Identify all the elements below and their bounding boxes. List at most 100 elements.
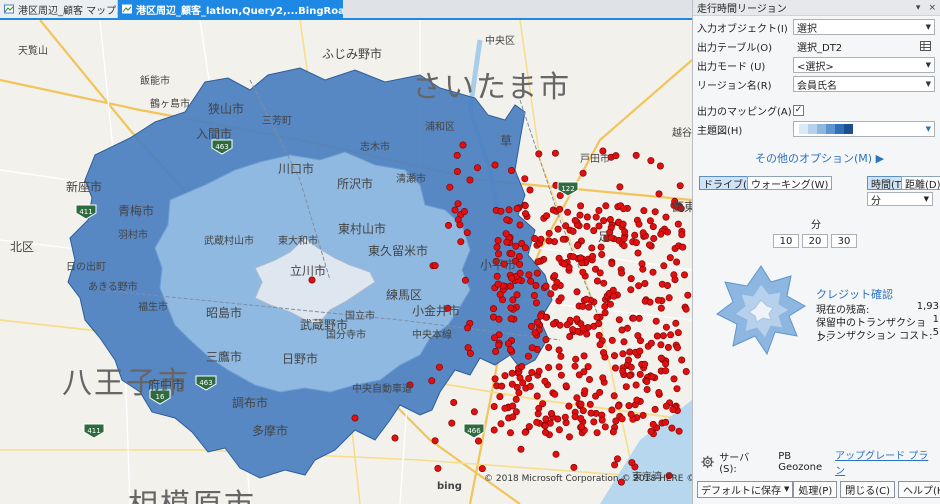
customer-point[interactable] (431, 262, 439, 270)
customer-point[interactable] (533, 418, 541, 426)
customer-point[interactable] (351, 414, 359, 422)
customer-point[interactable] (659, 332, 667, 340)
customer-point[interactable] (666, 254, 674, 262)
customer-point[interactable] (571, 217, 579, 225)
customer-point[interactable] (626, 348, 634, 356)
customer-point[interactable] (599, 349, 607, 357)
customer-point[interactable] (627, 363, 635, 371)
customer-point[interactable] (634, 249, 642, 257)
customer-point[interactable] (592, 213, 600, 221)
customer-point[interactable] (456, 221, 464, 229)
customer-point[interactable] (459, 141, 467, 149)
customer-point[interactable] (562, 222, 570, 230)
customer-point[interactable] (513, 205, 521, 213)
help-button[interactable]: ヘルプ(H) (898, 480, 940, 498)
customer-point[interactable] (444, 221, 452, 229)
customer-point[interactable] (581, 387, 589, 395)
customer-point[interactable] (585, 375, 593, 383)
customer-point[interactable] (598, 416, 606, 424)
table-browse-icon[interactable] (920, 41, 931, 51)
customer-point[interactable] (435, 363, 443, 371)
customer-point[interactable] (535, 367, 543, 375)
customer-point[interactable] (551, 272, 559, 280)
customer-point[interactable] (498, 382, 506, 390)
customer-point[interactable] (619, 205, 627, 213)
customer-point[interactable] (621, 228, 629, 236)
customer-point[interactable] (655, 388, 663, 396)
close-button[interactable]: 閉じる(C) (840, 480, 896, 498)
customer-point[interactable] (672, 319, 680, 327)
customer-point[interactable] (674, 220, 682, 228)
customer-point[interactable] (673, 385, 681, 393)
customer-point[interactable] (542, 336, 550, 344)
customer-point[interactable] (611, 461, 619, 469)
customer-point[interactable] (627, 275, 635, 283)
customer-point[interactable] (577, 400, 585, 408)
customer-point[interactable] (534, 410, 542, 418)
customer-point[interactable] (600, 279, 608, 287)
customer-point[interactable] (622, 383, 630, 391)
customer-point[interactable] (662, 402, 670, 410)
customer-point[interactable] (670, 375, 678, 383)
customer-point[interactable] (531, 329, 539, 337)
customer-point[interactable] (501, 404, 509, 412)
customer-point[interactable] (512, 395, 520, 403)
customer-point[interactable] (596, 341, 604, 349)
customer-point[interactable] (645, 241, 653, 249)
customer-point[interactable] (512, 242, 520, 250)
customer-point[interactable] (601, 309, 609, 317)
customer-point[interactable] (577, 254, 585, 262)
customer-point[interactable] (466, 176, 474, 184)
customer-point[interactable] (649, 420, 657, 428)
customer-point[interactable] (582, 295, 590, 303)
customer-point[interactable] (618, 415, 626, 423)
customer-point[interactable] (533, 392, 541, 400)
customer-point[interactable] (545, 237, 553, 245)
customer-point[interactable] (596, 388, 604, 396)
customer-point[interactable] (641, 360, 649, 368)
customer-point[interactable] (569, 227, 577, 235)
customer-point[interactable] (493, 272, 501, 280)
customer-point[interactable] (598, 251, 606, 259)
customer-point[interactable] (628, 459, 636, 467)
customer-point[interactable] (464, 344, 472, 352)
customer-point[interactable] (668, 424, 676, 432)
customer-point[interactable] (547, 409, 555, 417)
customer-point[interactable] (506, 429, 514, 437)
customer-point[interactable] (557, 352, 565, 360)
customer-point[interactable] (532, 281, 540, 289)
customer-point[interactable] (563, 321, 571, 329)
customer-point[interactable] (508, 274, 516, 282)
customer-point[interactable] (601, 423, 609, 431)
customer-point[interactable] (494, 250, 502, 258)
customer-point[interactable] (543, 212, 551, 220)
customer-point[interactable] (609, 286, 617, 294)
customer-point[interactable] (611, 364, 619, 372)
customer-point[interactable] (541, 377, 549, 385)
customer-point[interactable] (663, 281, 671, 289)
customer-point[interactable] (612, 417, 620, 425)
customer-point[interactable] (597, 243, 605, 251)
customer-point[interactable] (569, 326, 577, 334)
customer-point[interactable] (507, 315, 515, 323)
customer-point[interactable] (577, 414, 585, 422)
customer-point[interactable] (496, 290, 504, 298)
customer-point[interactable] (610, 352, 618, 360)
customer-point[interactable] (478, 465, 486, 473)
customer-point[interactable] (675, 427, 683, 435)
customer-point[interactable] (676, 182, 684, 190)
output-mode-select[interactable]: <選択> ▼ (793, 57, 935, 73)
customer-point[interactable] (508, 369, 516, 377)
customer-point[interactable] (473, 164, 481, 172)
customer-point[interactable] (632, 381, 640, 389)
customer-point[interactable] (615, 316, 623, 324)
customer-point[interactable] (614, 402, 622, 410)
customer-point[interactable] (528, 344, 536, 352)
customer-point[interactable] (503, 238, 511, 246)
customer-point[interactable] (504, 340, 512, 348)
customer-point[interactable] (446, 183, 454, 191)
customer-point[interactable] (460, 208, 468, 216)
customer-point[interactable] (555, 426, 563, 434)
customer-point[interactable] (562, 382, 570, 390)
customer-point[interactable] (662, 367, 670, 375)
